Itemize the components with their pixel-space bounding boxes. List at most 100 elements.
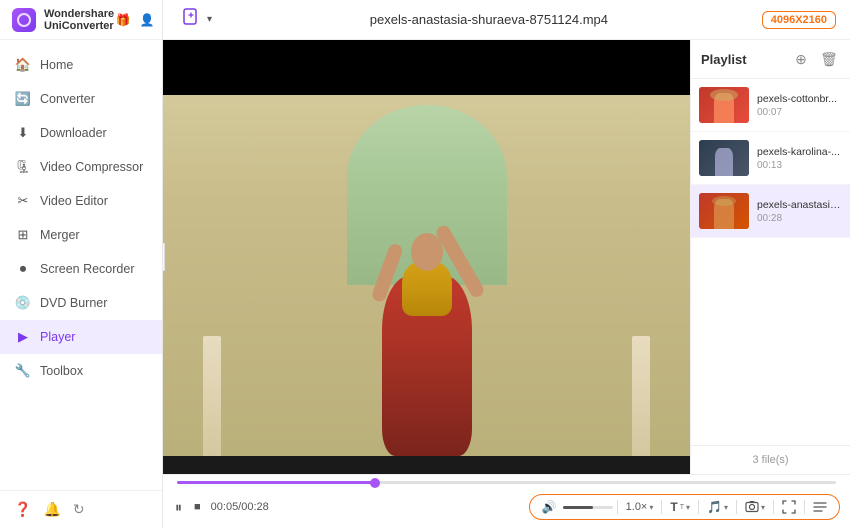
video-content [163,95,690,456]
caption-dropdown-arrow: ▾ [686,503,690,512]
add-to-playlist-button[interactable]: ⊕ [790,48,812,70]
sidebar-label-toolbox: Toolbox [40,364,83,378]
merger-icon: ⊞ [14,226,32,244]
stop-button[interactable]: ■ [192,499,203,515]
playlist-toggle-control[interactable] [809,499,831,515]
video-filename: pexels-anastasia-shuraeva-8751124.mp4 [224,12,754,27]
sidebar-label-compressor: Video Compressor [40,160,143,174]
screenshot-icon [745,500,759,514]
sidebar-label-dvd: DVD Burner [40,296,107,310]
progress-bar-background[interactable] [177,481,836,484]
speed-badge: 1.0× [626,501,648,513]
thumb-img-2 [699,140,749,176]
add-file-icon [181,7,203,29]
playlist-toggle-icon [813,501,827,513]
playlist-item-info-2: pexels-karolina-... 00:13 [757,146,842,171]
editor-icon: ✂ [14,192,32,210]
refresh-icon[interactable]: ↻ [73,501,85,518]
playlist-header: Playlist ⊕ 🗑 [691,40,850,79]
sidebar-label-home: Home [40,58,73,72]
playlist-item[interactable]: pexels-karolina-... 00:13 [691,132,850,185]
audio-wave-icon: 🎵 [707,500,722,514]
sidebar-item-video-editor[interactable]: ✂ Video Editor [0,184,162,218]
gift-icon[interactable]: 🎁 [114,11,132,29]
sidebar-item-merger[interactable]: ⊞ Merger [0,218,162,252]
playlist-thumb-3 [699,193,749,229]
volume-slider[interactable] [563,506,613,509]
divider-6 [804,500,805,514]
pause-icon: ⏸ [175,499,182,516]
volume-control[interactable]: 🔊 [538,498,561,516]
right-controls-group: 🔊 1.0× ▾ T T ▾ [529,494,840,520]
fullscreen-control[interactable] [778,498,800,516]
playlist-items: pexels-cottonbr... 00:07 pexels-karolina [691,79,850,445]
playlist-thumb-2 [699,140,749,176]
playlist-item-duration-3: 00:28 [757,213,842,224]
sidebar-label-player: Player [40,330,75,344]
playlist-item-info-1: pexels-cottonbr... 00:07 [757,93,842,118]
playlist-thumb-1 [699,87,749,123]
sidebar-label-recorder: Screen Recorder [40,262,135,276]
divider-5 [773,500,774,514]
sidebar-item-screen-recorder[interactable]: ⏺ Screen Recorder [0,252,162,286]
fullscreen-icon [782,500,796,514]
resolution-badge: 4096X2160 [762,11,836,29]
video-area: ◁ Playlist ⊕ 🗑 [163,40,850,474]
playlist-item[interactable]: pexels-anastasia... 00:28 [691,185,850,238]
controls-area: ⏸ ■ 00:05/00:28 🔊 1.0× ▾ [163,474,850,528]
caption-sub-icon: T [680,504,684,511]
sidebar-item-player[interactable]: ▶ Player [0,320,162,354]
divider-2 [661,500,662,514]
playlist-panel: Playlist ⊕ 🗑 pexels-cott [690,40,850,474]
caption-control[interactable]: T T ▾ [666,498,694,516]
screenshot-dropdown-arrow: ▾ [761,503,765,512]
progress-bar-wrap[interactable] [173,475,840,486]
remove-from-playlist-button[interactable]: 🗑 [818,48,840,70]
add-file-button[interactable]: ▾ [177,5,216,35]
playlist-item-name-1: pexels-cottonbr... [757,93,842,105]
dancer [362,226,492,456]
sidebar-header: Wondershare UniConverter 🎁 👤 ☰ ─ □ ✕ [0,0,162,40]
collapse-playlist-button[interactable]: ◁ [163,243,165,271]
sidebar-item-converter[interactable]: 🔄 Converter [0,82,162,116]
player-icon: ▶ [14,328,32,346]
sidebar-item-home[interactable]: 🏠 Home [0,48,162,82]
controls-row: ⏸ ■ 00:05/00:28 🔊 1.0× ▾ [173,486,840,528]
speed-dropdown-arrow: ▾ [649,503,653,512]
speed-control[interactable]: 1.0× ▾ [622,499,658,515]
sidebar-label-editor: Video Editor [40,194,108,208]
sidebar-label-converter: Converter [40,92,95,106]
playlist-count: 3 file(s) [691,445,850,474]
sidebar-item-video-compressor[interactable]: 🗜 Video Compressor [0,150,162,184]
help-icon[interactable]: ❓ [14,501,31,518]
pause-button[interactable]: ⏸ [173,497,184,518]
sidebar-item-toolbox[interactable]: 🔧 Toolbox [0,354,162,388]
topbar: ▾ pexels-anastasia-shuraeva-8751124.mp4 … [163,0,850,40]
screenshot-control[interactable]: ▾ [741,498,769,516]
volume-icon: 🔊 [542,500,557,514]
video-black-bottom [163,456,690,474]
progress-knob[interactable] [370,478,380,488]
right-pillar [632,336,650,456]
playlist-item[interactable]: pexels-cottonbr... 00:07 [691,79,850,132]
time-display: 00:05/00:28 [211,501,269,513]
playlist-item-info-3: pexels-anastasia... 00:28 [757,199,842,224]
sidebar-item-downloader[interactable]: ⬇ Downloader [0,116,162,150]
playlist-item-name-2: pexels-karolina-... [757,146,842,158]
compressor-icon: 🗜 [14,158,32,176]
downloader-icon: ⬇ [14,124,32,142]
add-icon [181,7,203,33]
converter-icon: 🔄 [14,90,32,108]
user-icon[interactable]: 👤 [138,11,156,29]
main-content: ▾ pexels-anastasia-shuraeva-8751124.mp4 … [163,0,850,528]
sidebar-item-dvd-burner[interactable]: 💿 DVD Burner [0,286,162,320]
add-btn-dropdown-arrow: ▾ [207,14,212,25]
divider-3 [698,500,699,514]
bell-icon[interactable]: 🔔 [43,501,60,518]
toolbox-icon: 🔧 [14,362,32,380]
video-black-top [163,40,690,95]
volume-slider-fill [563,506,593,509]
sidebar: Wondershare UniConverter 🎁 👤 ☰ ─ □ ✕ 🏠 H… [0,0,163,528]
audio-control[interactable]: 🎵 ▾ [703,498,732,516]
video-player[interactable]: ◁ [163,40,690,474]
